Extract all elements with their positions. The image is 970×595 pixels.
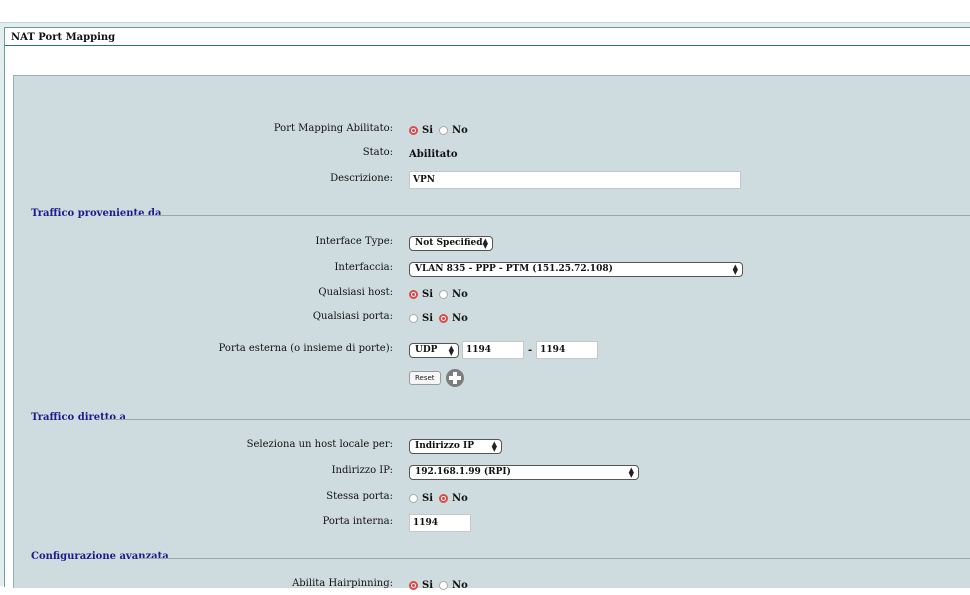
any-port-yes-radio[interactable] [409,313,418,323]
row-ip-address: Indirizzo IP: 192.168.1.99 (RPI) ▲ ▼ [14,462,970,482]
section-divider-source [132,215,970,216]
settings-panel: Port Mapping Abilitato: Si No Stato: Abi… [13,75,970,591]
port-mapping-enabled-no-radio[interactable] [439,125,449,135]
ip-address-label: Indirizzo IP: [331,465,393,476]
any-host-yes-label: Si [422,288,434,300]
row-host-select: Seleziona un host locale per: Indirizzo … [14,436,970,456]
host-select-value: Indirizzo IP [415,441,474,451]
select-arrows-icon: ▲ ▼ [628,464,634,479]
port-mapping-enabled-label: Port Mapping Abilitato: [273,123,393,134]
section-heading-source: Traffico proveniente da [31,208,162,219]
hairpinning-yes-radio[interactable] [409,580,418,590]
host-select-label: Seleziona un host locale per: [246,439,393,450]
any-host-no-radio[interactable] [439,289,449,299]
port-mapping-enabled-yes-label: Si [422,124,434,136]
select-arrows-icon: ▲ ▼ [448,342,454,357]
any-host-label: Qualsiasi host: [318,287,393,298]
any-port-label: Qualsiasi porta: [312,311,393,322]
row-status: Stato: Abilitato [14,144,970,164]
interface-type-label: Interface Type: [315,236,393,247]
interface-type-select[interactable]: Not Specified ▲ ▼ [409,235,493,251]
add-port-icon[interactable] [445,369,464,387]
hairpinning-no-label: No [452,579,468,591]
row-port-actions: Reset [14,368,970,388]
row-internal-port: Porta interna: 1194 [14,513,970,533]
row-hairpinning: Abilita Hairpinning: Si No [14,575,970,595]
port-mapping-enabled-no-label: No [452,124,468,136]
section-heading-advanced: Configurazione avanzata [31,551,169,562]
reset-button[interactable]: Reset [409,371,441,385]
same-port-no-radio[interactable] [439,493,449,503]
interface-type-value: Not Specified [415,238,483,248]
section-divider-advanced [139,558,970,559]
content-frame: NAT Port Mapping Port Mapping Abilitato:… [0,22,970,591]
any-host-no-label: No [452,288,468,300]
any-host-yes-radio[interactable] [409,289,418,299]
interface-select[interactable]: VLAN 835 - PPP - PTM (151.25.72.108) ▲ ▼ [409,261,743,277]
any-port-yes-label: Si [422,312,434,324]
same-port-yes-radio[interactable] [409,493,418,503]
internal-port-label: Porta interna: [322,516,393,527]
row-interface: Interfaccia: VLAN 835 - PPP - PTM (151.2… [14,259,970,279]
row-description: Descrizione: VPN [14,170,970,190]
port-range-separator: - [528,344,533,356]
same-port-label: Stessa porta: [326,491,393,502]
description-input[interactable]: VPN [409,171,741,189]
external-port-to-input[interactable]: 1194 [536,341,599,359]
select-arrows-icon: ▲ ▼ [491,438,497,453]
internal-port-input[interactable]: 1194 [409,514,471,532]
row-external-port: Porta esterna (o insieme di porte): UDP … [14,340,970,360]
any-port-no-radio[interactable] [439,313,449,323]
external-port-from-input[interactable]: 1194 [462,341,524,359]
select-arrows-icon: ▲ ▼ [732,261,738,276]
row-interface-type: Interface Type: Not Specified ▲ ▼ [14,233,970,253]
section-divider-destination [104,419,970,420]
host-select[interactable]: Indirizzo IP ▲ ▼ [409,438,502,454]
row-port-mapping-enabled: Port Mapping Abilitato: Si No [14,120,970,140]
any-port-no-label: No [452,312,468,324]
title-divider [5,45,970,46]
row-any-port: Qualsiasi porta: Si No [14,308,970,328]
external-port-label: Porta esterna (o insieme di porte): [218,343,393,354]
hairpinning-label: Abilita Hairpinning: [292,578,393,589]
ip-address-select[interactable]: 192.168.1.99 (RPI) ▲ ▼ [409,464,639,480]
same-port-no-label: No [452,492,468,504]
nat-window: NAT Port Mapping Port Mapping Abilitato:… [4,27,970,591]
same-port-yes-label: Si [422,492,434,504]
interface-label: Interfaccia: [334,262,393,273]
row-same-port: Stessa porta: Si No [14,488,970,508]
ip-address-value: 192.168.1.99 (RPI) [415,467,511,477]
status-label: Stato: [362,147,393,158]
protocol-value: UDP [415,345,438,355]
interface-value: VLAN 835 - PPP - PTM (151.25.72.108) [415,264,613,274]
protocol-select[interactable]: UDP ▲ ▼ [409,342,459,358]
window-title: NAT Port Mapping [11,32,116,43]
row-any-host: Qualsiasi host: Si No [14,284,970,304]
section-heading-destination: Traffico diretto a [31,412,126,423]
top-strip [0,0,970,22]
hairpinning-no-radio[interactable] [439,580,449,590]
description-label: Descrizione: [330,173,393,184]
hairpinning-yes-label: Si [422,579,434,591]
port-mapping-enabled-yes-radio[interactable] [409,125,418,135]
select-arrows-icon: ▲ ▼ [482,235,488,250]
status-value: Abilitato [409,148,458,160]
